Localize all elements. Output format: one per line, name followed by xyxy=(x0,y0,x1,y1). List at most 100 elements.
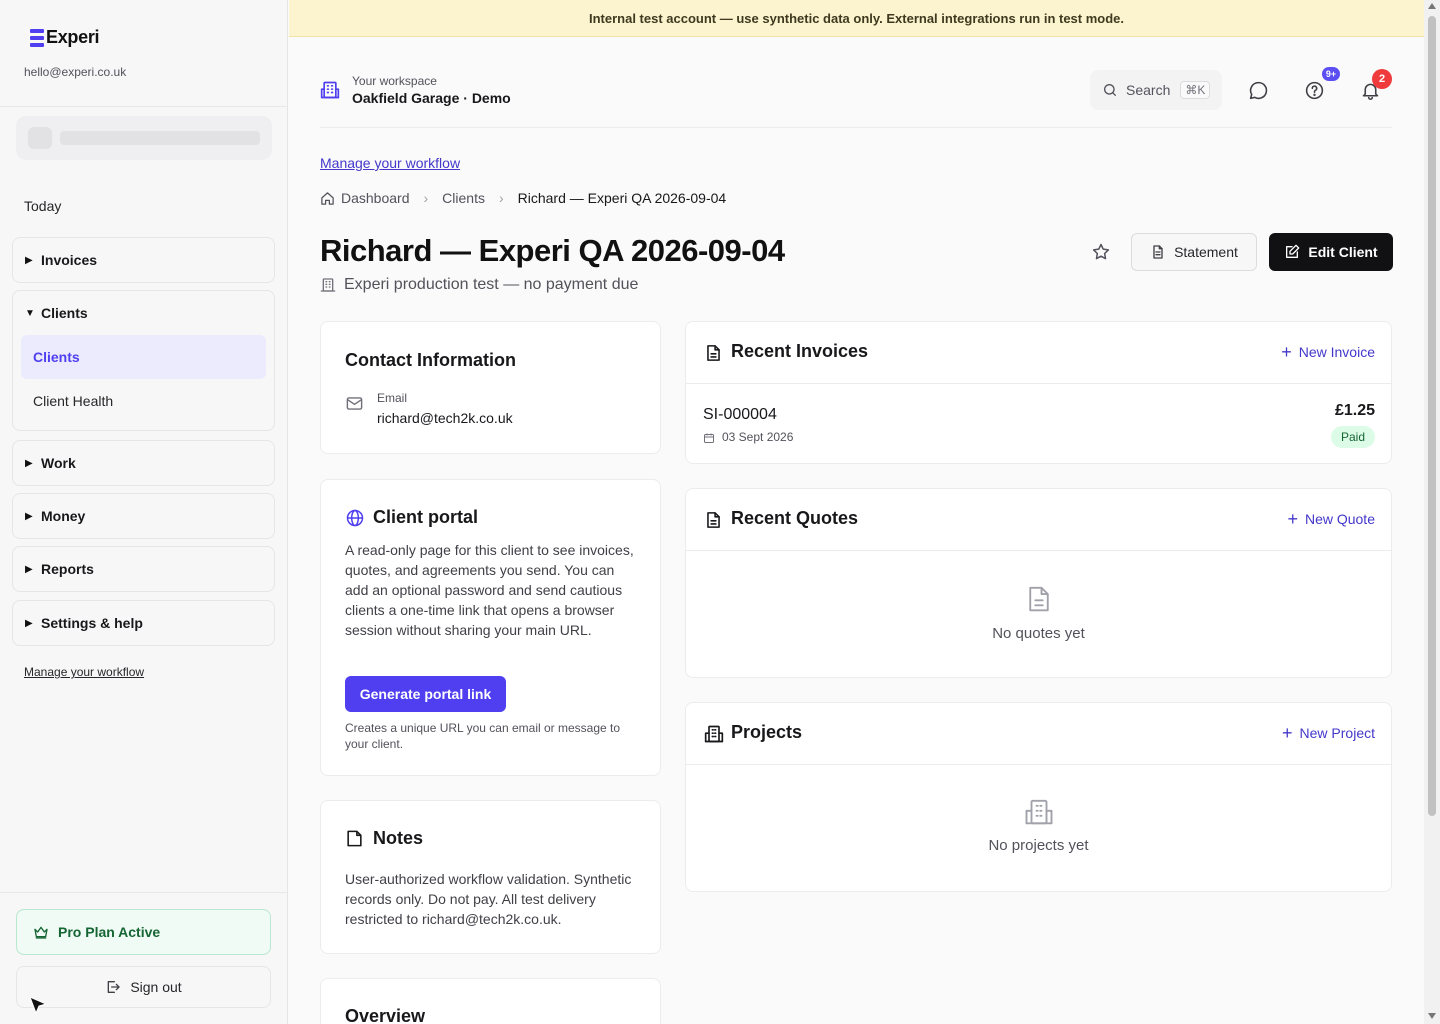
overview-card: Overview xyxy=(320,978,661,1024)
edit-client-label: Edit Client xyxy=(1308,244,1378,260)
sidebar-manage-workflow-link[interactable]: Manage your workflow xyxy=(24,665,144,679)
pro-plan-status[interactable]: Pro Plan Active xyxy=(16,909,271,955)
chevron-right-icon: › xyxy=(498,190,504,206)
notifications-badge: 2 xyxy=(1372,69,1392,89)
help-badge: 9+ xyxy=(1322,67,1340,81)
quotes-empty-text: No quotes yet xyxy=(992,625,1085,642)
file-text-icon xyxy=(707,345,720,361)
sidebar-footer-divider xyxy=(0,892,288,893)
overview-title: Overview xyxy=(345,1006,426,1024)
log-out-icon xyxy=(107,981,120,993)
nav-group-reports: ▶ Reports xyxy=(12,546,275,592)
search-shortcut: ⌘K xyxy=(1180,81,1211,99)
scroll-up-icon[interactable] xyxy=(1428,3,1436,9)
projects-empty-text: No projects yet xyxy=(988,837,1089,854)
client-portal-title: Client portal xyxy=(373,507,479,527)
nav-group-settings: ▶ Settings & help xyxy=(12,600,275,646)
new-project-label: New Project xyxy=(1299,725,1375,741)
star-icon[interactable] xyxy=(1091,242,1111,262)
sidebar-item-today[interactable]: Today xyxy=(24,198,61,214)
nav-toggle-reports[interactable]: ▶ Reports xyxy=(13,547,274,591)
edit-icon xyxy=(1286,244,1300,258)
edit-client-button[interactable]: Edit Client xyxy=(1269,233,1393,271)
brand-logo[interactable]: Experi xyxy=(30,27,100,48)
experi-logo-icon xyxy=(30,28,44,47)
nav-toggle-money[interactable]: ▶ Money xyxy=(13,494,274,538)
contact-information-card: Contact Information Email richard@tech2k… xyxy=(320,321,661,454)
generate-portal-link-button[interactable]: Generate portal link xyxy=(345,676,506,712)
empty-document-icon xyxy=(1028,586,1049,612)
scroll-down-icon[interactable] xyxy=(1428,1013,1436,1019)
help-icon[interactable] xyxy=(1304,80,1325,101)
breadcrumb-dashboard[interactable]: Dashboard xyxy=(341,190,410,206)
search-button[interactable]: Search ⌘K xyxy=(1090,70,1222,110)
new-project-button[interactable]: + New Project xyxy=(1282,723,1375,743)
new-quote-button[interactable]: + New Quote xyxy=(1287,510,1375,528)
invoice-number: SI-000004 xyxy=(703,406,777,423)
nav-toggle-work[interactable]: ▶ Work xyxy=(13,441,274,485)
nav-group-clients: ▼ Clients Clients Client Health xyxy=(12,290,275,431)
workspace-label: Your workspace xyxy=(352,74,437,88)
client-portal-description: A read-only page for this client to see … xyxy=(345,542,634,638)
crown-icon xyxy=(34,926,48,939)
file-text-icon xyxy=(1153,245,1163,259)
scrollbar-thumb[interactable] xyxy=(1428,16,1436,816)
new-quote-label: New Quote xyxy=(1304,511,1375,527)
new-invoice-button[interactable]: + New Invoice xyxy=(1281,343,1375,361)
recent-quotes-title: Recent Quotes xyxy=(731,508,859,528)
nav-group-work: ▶ Work xyxy=(12,440,275,486)
page-scrollbar[interactable] xyxy=(1424,0,1440,1024)
manage-workflow-link[interactable]: Manage your workflow xyxy=(320,155,460,171)
workspace-name[interactable]: Oakfield Garage · Demo xyxy=(352,90,511,106)
caret-down-icon: ▼ xyxy=(25,307,35,319)
sidebar-item-clients[interactable]: Clients xyxy=(21,335,266,379)
sign-out-button[interactable]: Sign out xyxy=(16,966,271,1008)
invoice-date: 03 Sept 2026 xyxy=(722,430,794,444)
recent-invoices-title: Recent Invoices xyxy=(731,341,869,361)
notes-card: Notes User-authorized workflow validatio… xyxy=(320,800,661,954)
nav-group-invoices: ▶ Invoices xyxy=(12,237,275,283)
plus-icon: + xyxy=(1282,723,1293,743)
projects-empty-state: No projects yet xyxy=(686,797,1391,854)
recent-quotes-header: Recent Quotes + New Quote xyxy=(686,489,1391,551)
caret-right-icon: ▶ xyxy=(25,510,33,522)
recent-invoices-card: Recent Invoices + New Invoice SI-000004 … xyxy=(685,321,1392,464)
sidebar-item-client-health[interactable]: Client Health xyxy=(21,379,266,423)
sign-out-label: Sign out xyxy=(130,979,182,995)
nav-group-label: Invoices xyxy=(41,252,98,268)
notes-title: Notes xyxy=(373,828,424,848)
breadcrumb-clients[interactable]: Clients xyxy=(442,190,485,206)
client-portal-card: Client portal A read-only page for this … xyxy=(320,479,661,776)
client-subtitle: Experi production test — no payment due xyxy=(320,276,638,294)
caret-right-icon: ▶ xyxy=(25,617,33,629)
invoice-row[interactable]: SI-000004 03 Sept 2026 £1.25 Paid xyxy=(686,384,1391,464)
projects-card: Projects + New Project No projects yet xyxy=(685,702,1392,892)
notes-text: User-authorized workflow validation. Syn… xyxy=(345,871,632,927)
search-icon xyxy=(1104,84,1116,96)
recent-invoices-header: Recent Invoices + New Invoice xyxy=(686,322,1391,384)
building-icon xyxy=(320,81,340,99)
nav-group-money: ▶ Money xyxy=(12,493,275,539)
messages-icon[interactable] xyxy=(1248,80,1269,101)
nav-group-label: Work xyxy=(41,455,76,471)
test-account-banner: Internal test account — use synthetic da… xyxy=(289,0,1424,37)
status-badge: Paid xyxy=(1330,426,1375,448)
nav-toggle-settings[interactable]: ▶ Settings & help xyxy=(13,601,274,645)
top-bar: Your workspace Oakfield Garage · Demo Se… xyxy=(320,64,1392,128)
breadcrumb: Dashboard › Clients › Richard — Experi Q… xyxy=(320,190,726,206)
portal-link-help-text: Creates a unique URL you can email or me… xyxy=(345,721,621,751)
empty-building-icon xyxy=(1025,799,1052,825)
nav-group-label: Clients xyxy=(41,305,88,321)
calendar-icon xyxy=(704,433,714,443)
nav-toggle-clients[interactable]: ▼ Clients xyxy=(13,291,274,335)
nav-group-label: Reports xyxy=(41,561,94,577)
new-invoice-label: New Invoice xyxy=(1298,344,1375,360)
client-email[interactable]: richard@tech2k.co.uk xyxy=(377,410,513,426)
note-icon xyxy=(347,830,362,847)
breadcrumb-current: Richard — Experi QA 2026-09-04 xyxy=(517,190,727,206)
mouse-cursor-icon xyxy=(29,996,48,1015)
email-label: Email xyxy=(377,391,408,405)
statement-button[interactable]: Statement xyxy=(1131,233,1257,271)
nav-toggle-invoices[interactable]: ▶ Invoices xyxy=(13,238,274,282)
pro-plan-label: Pro Plan Active xyxy=(58,924,161,940)
